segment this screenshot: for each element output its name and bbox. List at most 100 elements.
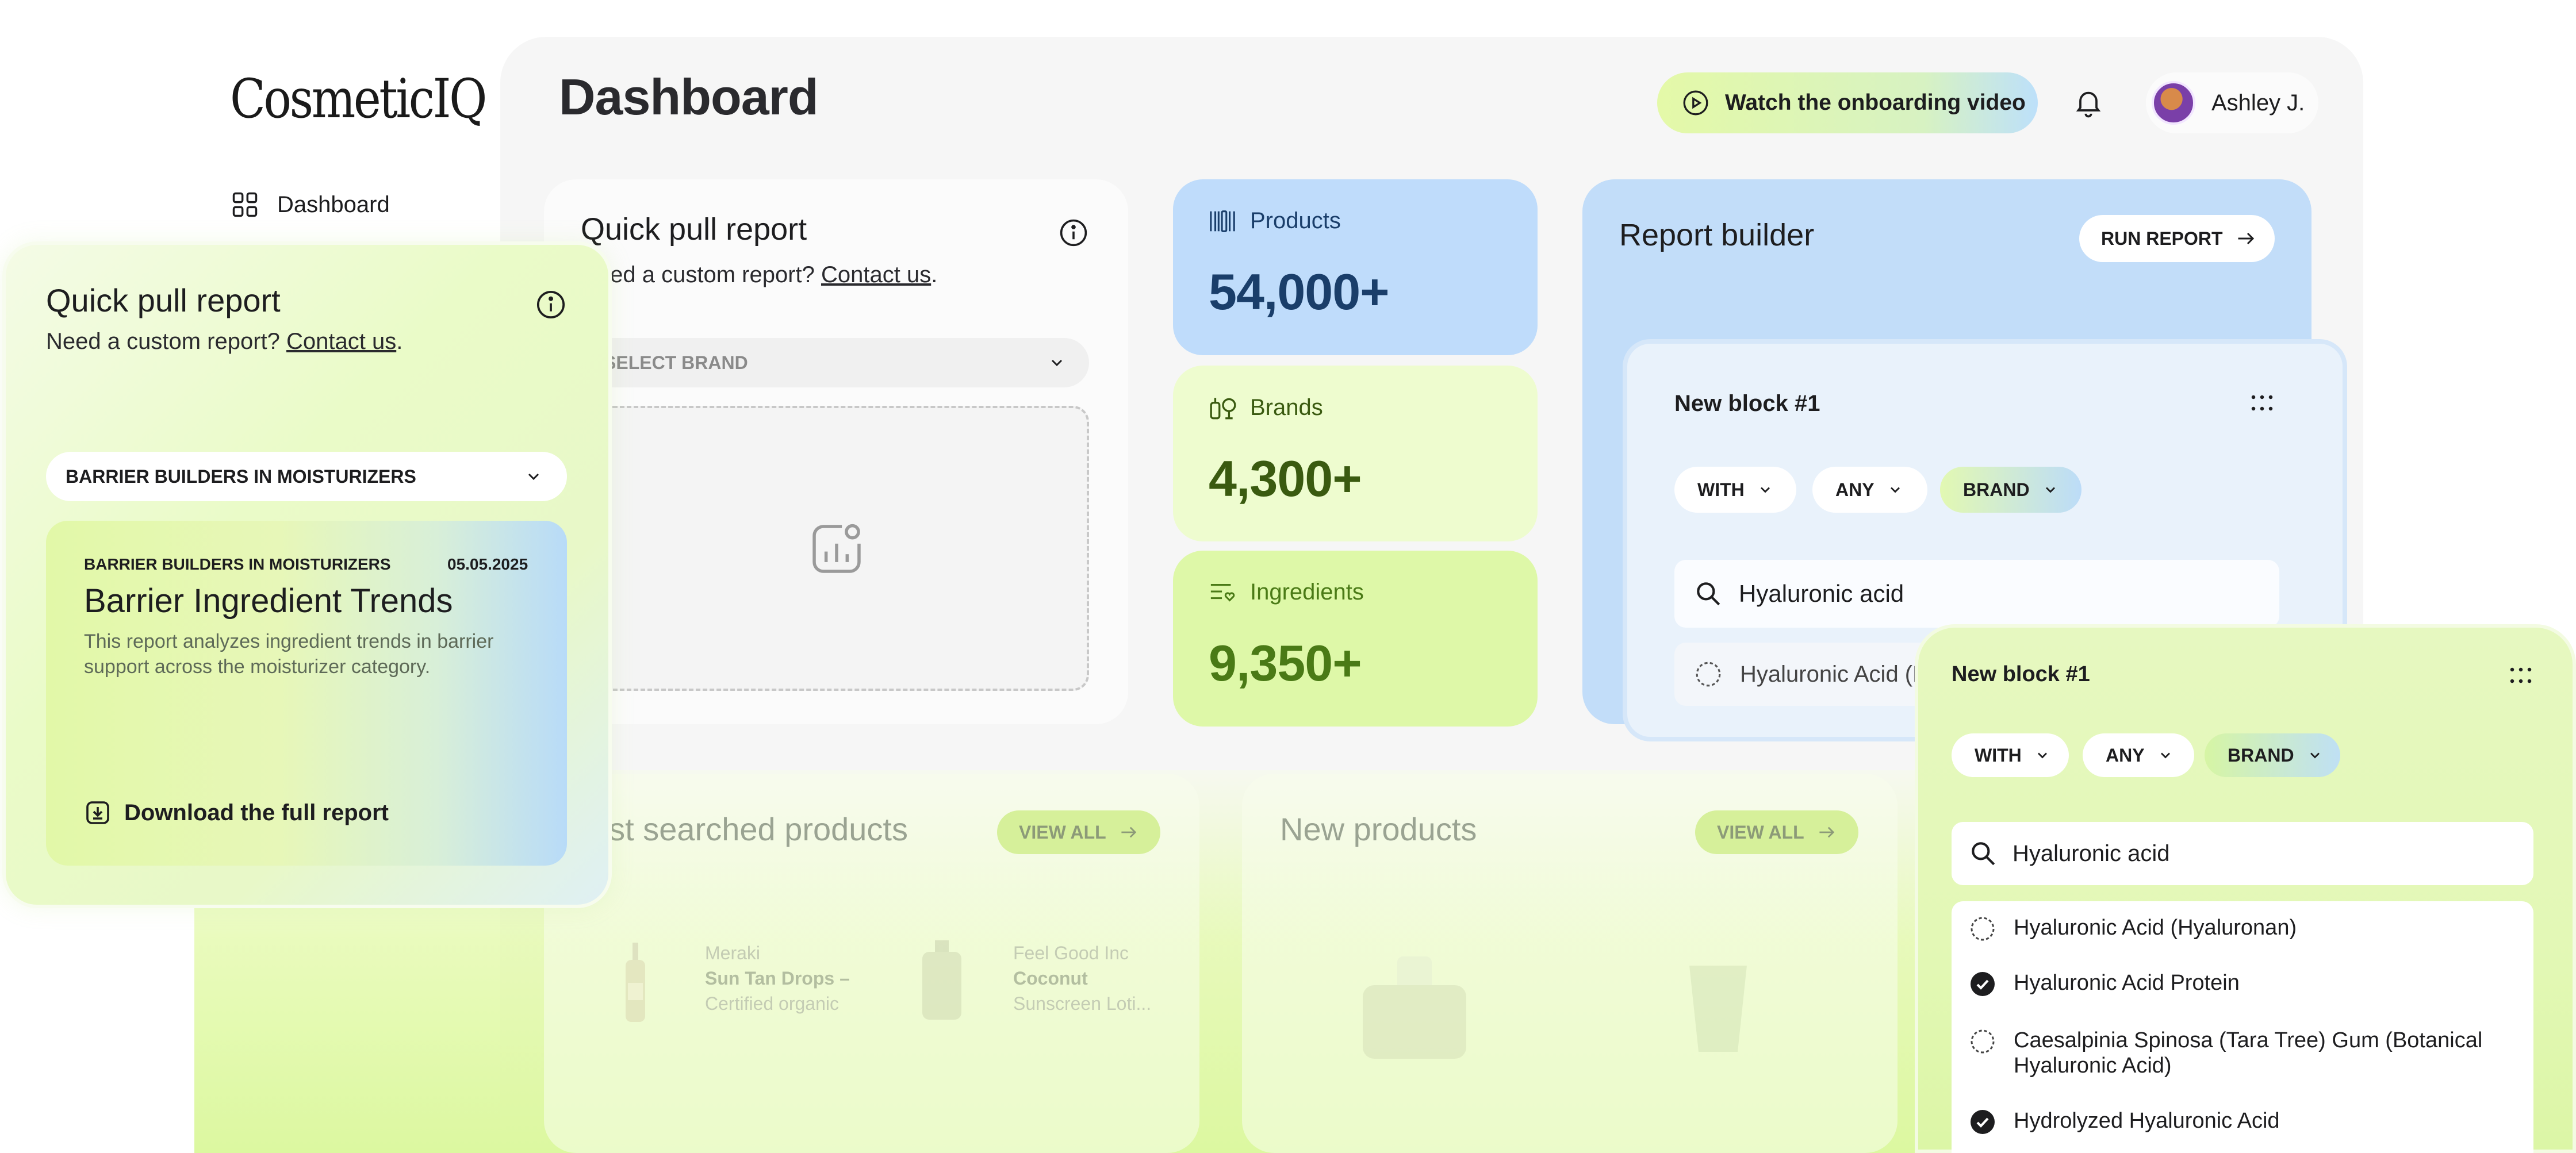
unchecked-circle-icon (1969, 915, 1996, 943)
product-meta[interactable]: Meraki Sun Tan Drops – Certified organic (705, 940, 850, 1016)
contact-us-link[interactable]: Contact us (821, 262, 931, 287)
search-icon (1694, 579, 1723, 608)
quick-pull-sub-prefix: Need a custom report? (46, 329, 280, 354)
search-results-list: Hyaluronic Acid (Hyaluronan) Hyaluronic … (1952, 901, 2533, 1153)
view-all-most-searched-button[interactable]: VIEW ALL (997, 810, 1160, 854)
report-date: 05.05.2025 (447, 555, 528, 573)
chevron-down-icon (2034, 747, 2050, 763)
run-report-label: RUN REPORT (2101, 228, 2223, 249)
most-searched-title: ost searched products (591, 811, 908, 847)
sidebar-item-label: Dashboard (277, 191, 390, 217)
result-label: Caesalpinia Spinosa (Tara Tree) Gum (Bot… (2014, 1028, 2483, 1078)
block-title: New block #1 (1952, 662, 2090, 686)
quick-pull-sub-suffix: . (396, 329, 403, 354)
chip-brand[interactable]: BRAND (1940, 467, 2082, 513)
grip-dots-icon[interactable] (2509, 667, 2532, 684)
stat-value: 9,350+ (1209, 635, 1362, 691)
quick-pull-subtitle: Need a custom report? Contact us. (581, 262, 937, 288)
result-item[interactable]: Hydrolyzed Hyaluronic Acid (1969, 1108, 2509, 1136)
watch-onboarding-label: Watch the onboarding video (1725, 90, 2026, 115)
result-item[interactable]: Hyaluronic Acid Protein (1969, 970, 2509, 998)
chip-brand[interactable]: BRAND (2205, 733, 2340, 777)
quick-pull-sub-suffix: . (931, 262, 938, 287)
chip-with[interactable]: WITH (1674, 467, 1796, 513)
download-report-button[interactable]: Download the full report (84, 799, 389, 827)
list-heart-icon (1209, 581, 1237, 604)
report-select-dropdown[interactable]: BARRIER BUILDERS IN MOISTURIZERS (46, 452, 567, 501)
search-value: Hyaluronic acid (2012, 840, 2170, 866)
download-label: Download the full report (124, 800, 389, 825)
result-item[interactable]: Caesalpinia Spinosa (Tara Tree) Gum (Bot… (1969, 1028, 2509, 1078)
product-image[interactable] (1684, 966, 1753, 1052)
arrow-right-icon (2236, 230, 2256, 247)
chip-label: ANY (1835, 479, 1874, 500)
chip-any[interactable]: ANY (2083, 733, 2194, 777)
chip-label: WITH (1697, 479, 1745, 500)
product-name: Sun Tan Drops – (705, 968, 850, 989)
stat-value: 54,000+ (1209, 263, 1390, 320)
product-name-line: Sun Tan Drops – (705, 966, 850, 991)
sidebar-item-dashboard[interactable]: Dashboard (230, 190, 390, 220)
ingredient-search-input[interactable]: Hyaluronic acid (1674, 560, 2279, 628)
chip-with[interactable]: WITH (1952, 733, 2069, 777)
watch-onboarding-button[interactable]: Watch the onboarding video (1657, 72, 2038, 133)
report-description: This report analyzes ingredient trends i… (84, 631, 494, 678)
user-menu[interactable]: Ashley J. (2146, 72, 2318, 133)
product-brand: Meraki (705, 943, 761, 963)
chevron-down-icon (2157, 747, 2174, 763)
result-label: Hydrolyzed Hyaluronic Acid (2014, 1109, 2280, 1133)
result-label: Hyaluronic Acid (H (1740, 661, 1930, 687)
unchecked-circle-icon (1969, 1028, 1996, 1055)
view-all-label: VIEW ALL (1019, 821, 1106, 843)
ingredient-search-input[interactable]: Hyaluronic acid (1952, 822, 2533, 885)
product-name-line-2: Certified organic (705, 993, 839, 1014)
product-name-line-2: Sunscreen Loti... (1013, 993, 1152, 1014)
info-icon[interactable] (535, 289, 567, 321)
product-image[interactable] (919, 940, 965, 1021)
chip-label: WITH (1975, 744, 2022, 766)
chip-label: BRAND (2228, 744, 2294, 766)
unchecked-circle-icon (1694, 660, 1723, 689)
chevron-down-icon (1887, 482, 1903, 498)
new-products-title: New products (1280, 811, 1477, 847)
result-label: Hyaluronic Acid Protein (2014, 971, 2240, 995)
selected-report: BARRIER BUILDERS IN MOISTURIZERS (66, 466, 416, 487)
stat-card-products[interactable]: Products 54,000+ (1173, 179, 1538, 355)
contact-us-link[interactable]: Contact us (286, 329, 396, 354)
arrow-right-icon (1119, 824, 1138, 840)
play-circle-icon (1681, 89, 1710, 117)
product-meta[interactable]: Feel Good Inc Coconut Sunscreen Loti... (1013, 940, 1151, 1016)
select-brand-placeholder: SELECT BRAND (604, 352, 748, 373)
grip-dots-icon[interactable] (2251, 394, 2274, 412)
info-icon[interactable] (1058, 217, 1089, 248)
bell-icon[interactable] (2072, 86, 2104, 118)
report-title: Barrier Ingredient Trends (84, 582, 453, 620)
result-label: Hyaluronic Acid (Hyaluronan) (2014, 916, 2297, 940)
select-brand-dropdown[interactable]: SELECT BRAND (581, 338, 1089, 387)
view-all-new-products-button[interactable]: VIEW ALL (1695, 810, 1858, 854)
barcode-icon (1209, 209, 1237, 234)
chevron-down-icon (1757, 482, 1773, 498)
product-image[interactable] (621, 943, 650, 1023)
grid-icon (230, 190, 260, 220)
app-logo[interactable]: CosmeticIQ (230, 68, 487, 130)
report-category: BARRIER BUILDERS IN MOISTURIZERS (84, 555, 391, 573)
product-name: Coconut (1013, 968, 1088, 989)
page-title: Dashboard (559, 68, 819, 125)
stat-card-ingredients[interactable]: Ingredients 9,350+ (1173, 551, 1538, 727)
chevron-down-icon (2307, 747, 2323, 763)
bottles-icon (1209, 394, 1237, 421)
product-image[interactable] (1357, 956, 1472, 1060)
run-report-button[interactable]: RUN REPORT (2079, 215, 2275, 262)
result-item[interactable]: Hyaluronic Acid (Hyaluronan) (1969, 915, 2509, 943)
chip-any[interactable]: ANY (1812, 467, 1927, 513)
view-all-label: VIEW ALL (1717, 821, 1804, 843)
product-brand: Feel Good Inc (1013, 943, 1129, 963)
quick-pull-title: Quick pull report (581, 212, 807, 247)
quick-pull-sub-prefix: Need a custom report? (581, 262, 815, 287)
chevron-down-icon (1048, 353, 1066, 372)
chevron-down-icon (524, 467, 543, 486)
checked-circle-icon (1969, 1108, 1996, 1136)
product-name-line: Coconut (1013, 966, 1151, 991)
stat-card-brands[interactable]: Brands 4,300+ (1173, 366, 1538, 541)
